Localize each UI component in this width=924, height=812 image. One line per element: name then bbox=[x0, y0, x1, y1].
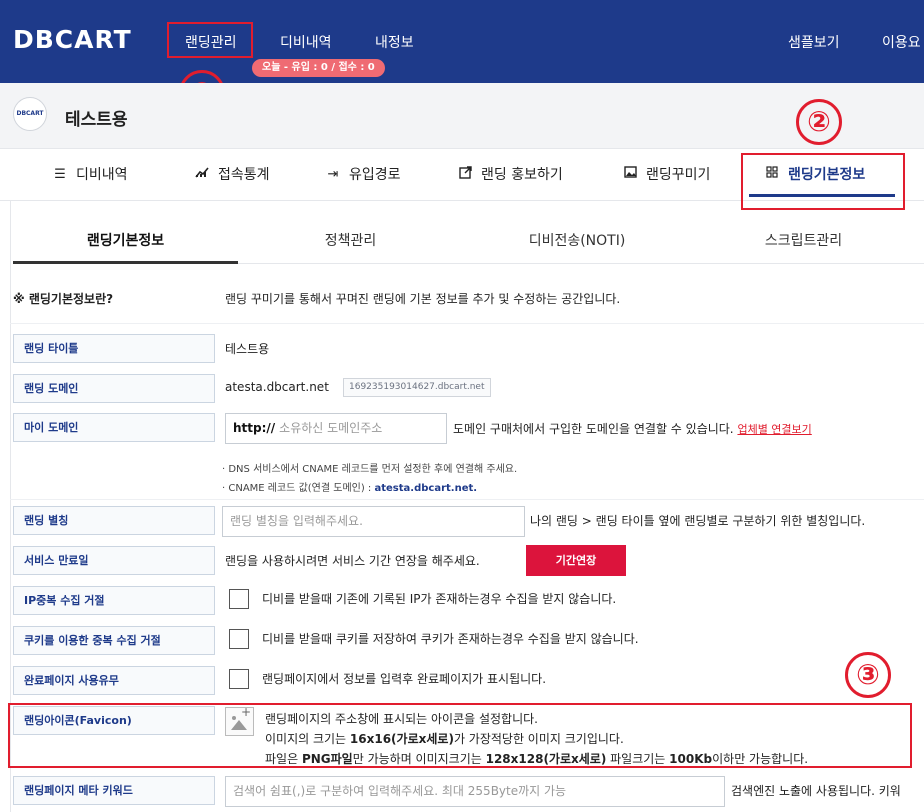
meta-keywords-desc: 검색엔진 노출에 사용됩니다. 키워 bbox=[731, 784, 901, 798]
landing-title-value: 테스트용 bbox=[225, 342, 270, 356]
tab-access-stats[interactable]: 접속통계 bbox=[194, 164, 270, 184]
meta-keywords-input[interactable]: 검색어 쉼표(,)로 구분하여 입력해주세요. 최대 255Byte까지 가능 bbox=[225, 776, 725, 807]
step-marker-3: ③ bbox=[845, 652, 891, 698]
vendor-connection-link[interactable]: 업체별 연결보기 bbox=[737, 423, 811, 436]
nav-db-history[interactable]: 디비내역 bbox=[280, 32, 332, 52]
ip-duplicate-desc: 디비를 받을때 기존에 기록된 IP가 존재하는경우 수집을 받지 않습니다. bbox=[262, 592, 617, 606]
account-avatar: DBCART bbox=[13, 97, 47, 131]
label-ip-duplicate-reject: IP중복 수집 거절 bbox=[13, 586, 215, 615]
my-domain-input[interactable]: http://소유하신 도메인주소 bbox=[225, 413, 447, 444]
row-divider bbox=[10, 499, 924, 500]
image-icon bbox=[622, 166, 638, 182]
landing-alias-desc: 나의 랜딩 > 랜딩 타이틀 옆에 랜딩별로 구분하기 위한 별칭입니다. bbox=[530, 514, 866, 528]
nav-view-sample[interactable]: 샘플보기 bbox=[788, 32, 840, 52]
ip-duplicate-checkbox[interactable] bbox=[229, 589, 249, 609]
label-meta-keywords: 랜딩페이지 메타 키워드 bbox=[13, 776, 215, 805]
http-prefix: http:// bbox=[233, 421, 276, 435]
intro-text: 랜딩 꾸미기를 통해서 꾸며진 랜딩에 기본 정보를 추가 및 수정하는 공간입… bbox=[225, 292, 621, 306]
chart-icon bbox=[194, 166, 210, 182]
tab-inflow-path[interactable]: ⇥ 유입경로 bbox=[325, 164, 401, 184]
my-domain-desc: 도메인 구매처에서 구입한 도메인을 연결할 수 있습니다. 업체별 연결보기 bbox=[453, 422, 812, 436]
intro-label: ※ 랜딩기본정보란? bbox=[13, 292, 114, 306]
subtab-script[interactable]: 스크립트관리 bbox=[691, 230, 916, 250]
subtab-db-transfer[interactable]: 디비전송(NOTI) bbox=[463, 230, 691, 250]
tab-landing-decoration[interactable]: 랜딩꾸미기 bbox=[622, 164, 710, 184]
today-stats-badge: 오늘 - 유입 : 0 / 접수 : 0 bbox=[252, 59, 385, 77]
cookie-duplicate-checkbox[interactable] bbox=[229, 629, 249, 649]
label-service-expiry: 서비스 만료일 bbox=[13, 546, 215, 575]
label-landing-domain: 랜딩 도메인 bbox=[13, 374, 215, 403]
top-navigation-bar: DBCART 랜딩관리 디비내역 내정보 샘플보기 이용요 bbox=[0, 0, 924, 83]
dbcart-logo[interactable]: DBCART bbox=[13, 25, 132, 54]
subtab-policy[interactable]: 정책관리 bbox=[238, 230, 463, 250]
account-name: 테스트용 bbox=[65, 110, 128, 130]
label-my-domain: 마이 도메인 bbox=[13, 413, 215, 442]
nav-my-info[interactable]: 내정보 bbox=[375, 32, 414, 52]
subtab-basic-info[interactable]: 랜딩기본정보 bbox=[13, 230, 238, 250]
label-landing-alias: 랜딩 별칭 bbox=[13, 506, 215, 535]
highlight-box-1 bbox=[167, 22, 253, 58]
step-marker-2: ② bbox=[796, 99, 842, 145]
tab-landing-promotion[interactable]: 랜딩 홍보하기 bbox=[457, 164, 563, 184]
dns-note: · DNS 서비스에서 CNAME 레코드를 먼저 설정한 후에 연결해 주세요… bbox=[222, 464, 518, 475]
complete-page-desc: 랜딩페이지에서 정보를 입력후 완료페이지가 표시됩니다. bbox=[262, 672, 547, 686]
list-icon: ☰ bbox=[54, 166, 66, 182]
complete-page-checkbox[interactable] bbox=[229, 669, 249, 689]
label-landing-title: 랜딩 타이틀 bbox=[13, 334, 215, 363]
highlight-box-3 bbox=[8, 703, 912, 768]
service-expiry-desc: 랜딩을 사용하시려면 서비스 기간 연장을 해주세요. bbox=[225, 554, 480, 568]
cname-note: · CNAME 레코드 값(연결 도메인) : atesta.dbcart.ne… bbox=[222, 483, 478, 494]
account-header: DBCART 테스트용 bbox=[0, 83, 924, 149]
tab-db-history[interactable]: ☰ 디비내역 bbox=[52, 164, 127, 184]
landing-domain-value: atesta.dbcart.net bbox=[225, 380, 329, 394]
external-icon bbox=[457, 165, 473, 183]
label-complete-page: 완료페이지 사용유무 bbox=[13, 666, 215, 695]
subtab-underline bbox=[13, 261, 238, 264]
landing-alias-input[interactable]: 랜딩 별칭을 입력해주세요. bbox=[222, 506, 525, 537]
cookie-duplicate-desc: 디비를 받을때 쿠키를 저장하여 쿠키가 존재하는경우 수집을 받지 않습니다. bbox=[262, 632, 639, 646]
label-cookie-duplicate-reject: 쿠키를 이용한 중복 수집 거절 bbox=[13, 626, 215, 655]
entry-icon: ⇥ bbox=[327, 166, 339, 182]
landing-domain-id-badge: 169235193014627.dbcart.net bbox=[343, 378, 491, 397]
row-divider bbox=[10, 323, 924, 324]
nav-usage-guide[interactable]: 이용요 bbox=[882, 32, 921, 52]
extend-period-button[interactable]: 기간연장 bbox=[526, 545, 626, 576]
